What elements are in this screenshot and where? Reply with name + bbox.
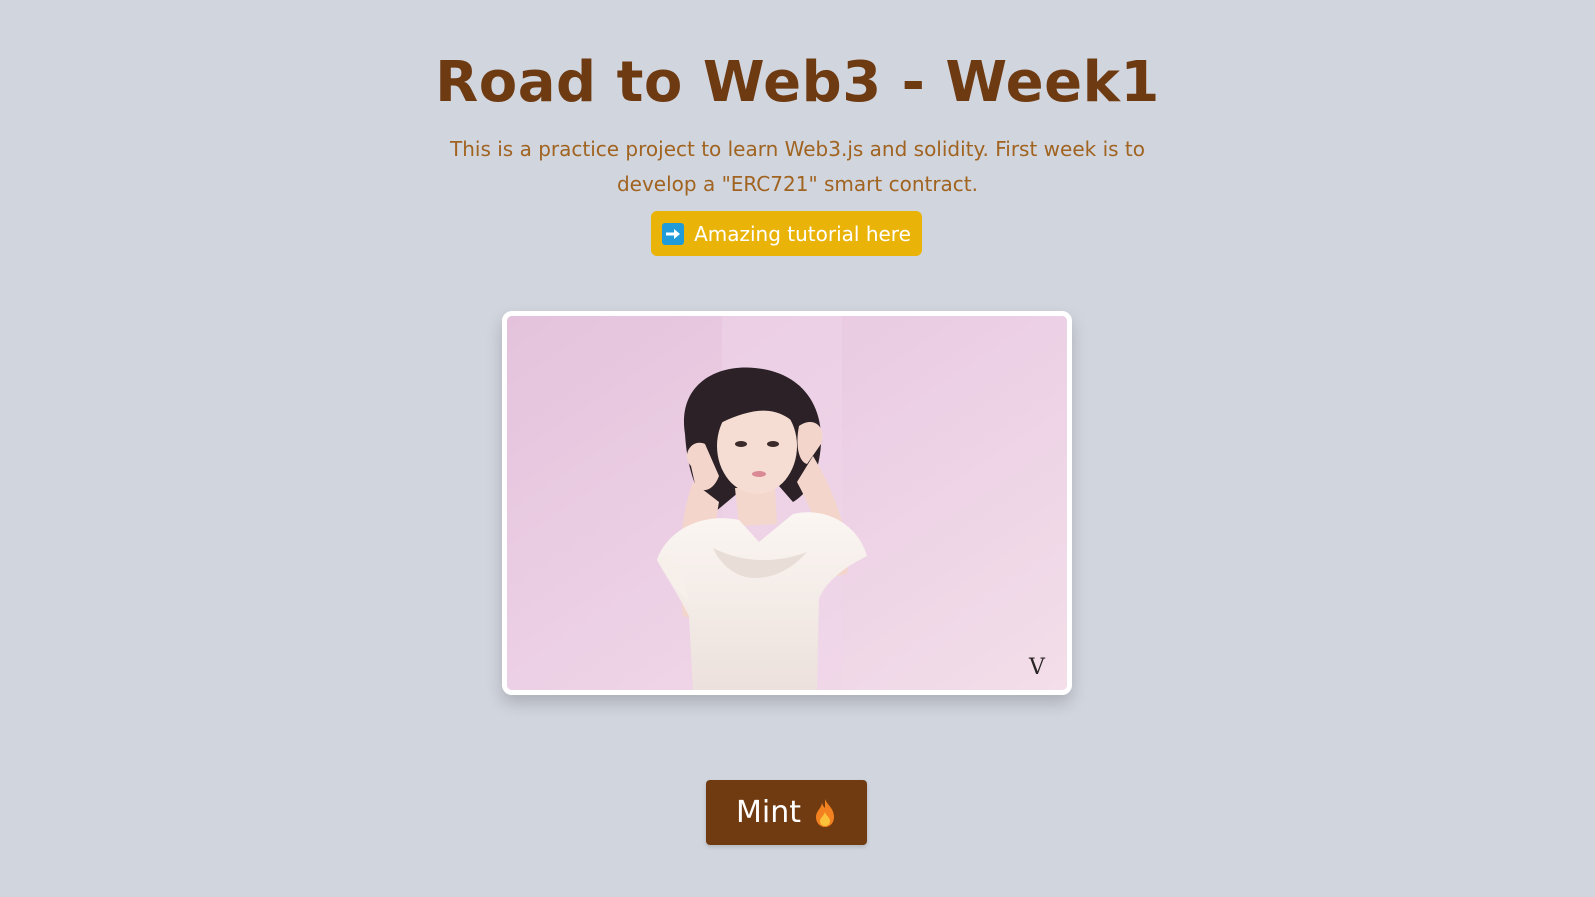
right-arrow-icon	[662, 222, 685, 245]
mint-button[interactable]: Mint	[706, 780, 867, 845]
photo-watermark: V	[1028, 655, 1046, 680]
nft-image: V	[502, 311, 1072, 695]
tutorial-link-button[interactable]: Amazing tutorial here	[651, 211, 922, 256]
page-title: Road to Web3 - Week1	[435, 50, 1160, 115]
tutorial-link-label: Amazing tutorial here	[694, 221, 911, 246]
page-description: This is a practice project to learn Web3…	[450, 137, 1145, 196]
page: Road to Web3 - Week1 This is a practice …	[0, 0, 1595, 897]
mint-button-label: Mint	[736, 795, 801, 830]
fire-icon	[813, 798, 837, 828]
nft-photo: V	[507, 316, 1067, 690]
